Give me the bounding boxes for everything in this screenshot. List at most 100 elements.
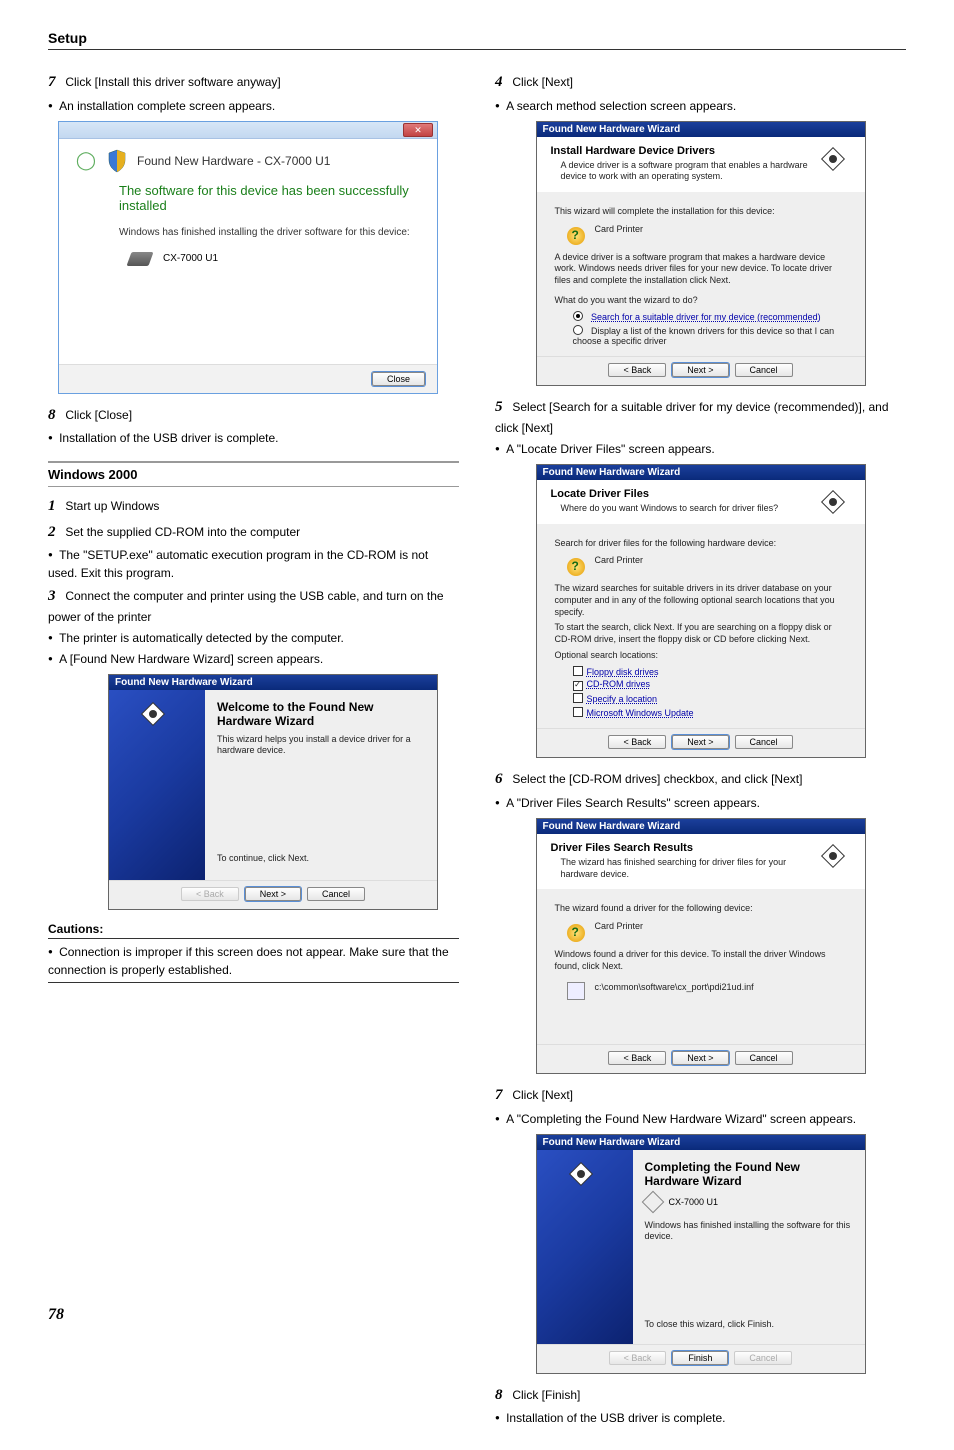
cancel-button: Cancel [734,1351,792,1365]
cancel-button[interactable]: Cancel [735,735,793,749]
checkbox-floppy[interactable]: Floppy disk drives [573,665,847,677]
locate-driver-dialog: Found New Hardware Wizard Locate Driver … [536,464,866,759]
cancel-button[interactable]: Cancel [735,1051,793,1065]
dialog-titlebar: Found New Hardware Wizard [537,465,865,480]
text-line: To start the search, click Next. If you … [555,622,847,645]
text-line: Optional search locations: [555,650,847,662]
checkbox-cdrom[interactable]: CD-ROM drives [573,679,847,690]
close-button[interactable]: Close [372,372,425,386]
driver-path: c:\common\software\cx_port\pdi21ud.inf [595,982,754,992]
success-message: The software for this device has been su… [119,183,415,213]
right-column: 4 Click [Next] A search method selection… [495,68,906,1430]
question-icon [567,558,585,576]
shield-icon [107,149,127,173]
back-arrow-icon: ◯ [75,150,97,171]
checkbox-icon [573,693,583,703]
wizard-icon [567,1160,595,1188]
step-text: Click [Next] [512,1088,573,1102]
dialog-titlebar: Found New Hardware Wizard [537,122,865,137]
back-button: < Back [181,887,239,901]
text-line: The wizard found a driver for the follow… [555,903,847,915]
wizard-icon [819,488,847,516]
device-row: Card Printer [567,224,847,242]
install-drivers-dialog: Found New Hardware Wizard Install Hardwa… [536,121,866,387]
option-label: Floppy disk drives [587,667,659,677]
back-button[interactable]: < Back [608,735,666,749]
device-name: Card Printer [595,555,644,565]
wizard-continue: To continue, click Next. [217,853,425,865]
wizard-sidebar [109,690,205,880]
back-button[interactable]: < Back [608,363,666,377]
radio-icon [573,311,583,321]
w2k-step-1: 1 Start up Windows [48,495,459,518]
dialog-titlebar: Found New Hardware Wizard [109,675,437,690]
bullet: Installation of the USB driver is comple… [48,429,459,447]
close-icon[interactable]: ✕ [403,123,433,137]
step-text: Click [Close] [65,408,132,422]
checkbox-icon [573,707,583,717]
device-icon [126,252,153,266]
step-number: 6 [495,768,509,791]
left-column: 7 Click [Install this driver software an… [48,68,459,1430]
step-6: 6 Select the [CD-ROM drives] checkbox, a… [495,768,906,791]
install-line: Windows has finished installing the driv… [119,227,415,238]
radio-option-display[interactable]: Display a list of the known drivers for … [573,324,847,346]
back-button[interactable]: < Back [608,1051,666,1065]
checkbox-specify[interactable]: Specify a location [573,692,847,704]
step-number: 5 [495,396,509,419]
install-complete-dialog: ✕ ◯ Found New Hardware - CX-7000 U1 The … [58,121,438,394]
step-8-right: 8 Click [Finish] [495,1384,906,1407]
step-text: Set the supplied CD-ROM into the compute… [65,525,300,539]
bullet: Installation of the USB driver is comple… [495,1409,906,1427]
next-button[interactable]: Next > [245,887,301,901]
step-number: 8 [48,404,62,427]
divider [48,982,459,983]
bullet: A search method selection screen appears… [495,97,906,115]
next-button[interactable]: Next > [672,1051,728,1065]
text-line: To close this wizard, click Finish. [645,1319,853,1331]
w2k-step-3: 3 Connect the computer and printer using… [48,585,459,626]
device-name: CX-7000 U1 [669,1197,719,1207]
finish-button[interactable]: Finish [672,1351,728,1365]
device-icon [641,1190,664,1213]
text-line: The wizard searches for suitable drivers… [555,583,847,618]
step-number: 1 [48,495,62,518]
wizard-heading: Completing the Found New Hardware Wizard [645,1160,853,1188]
dialog-titlebar: ✕ [59,121,437,139]
next-button[interactable]: Next > [672,363,728,377]
device-name: Card Printer [595,224,644,234]
step-4: 4 Click [Next] [495,71,906,94]
radio-option-search[interactable]: Search for a suitable driver for my devi… [573,310,847,322]
section-windows2000: Windows 2000 [48,461,459,487]
step-number: 2 [48,521,62,544]
welcome-wizard-dialog: Found New Hardware Wizard Welcome to the… [108,674,438,910]
search-results-dialog: Found New Hardware Wizard Driver Files S… [536,818,866,1074]
cancel-button[interactable]: Cancel [307,887,365,901]
bullet: The "SETUP.exe" automatic execution prog… [48,546,459,582]
checkbox-update[interactable]: Microsoft Windows Update [573,706,847,718]
option-label: CD-ROM drives [587,679,651,689]
text-line: What do you want the wizard to do? [555,295,847,307]
step-text: Click [Finish] [512,1388,580,1402]
device-row: CX-7000 U1 [129,252,415,266]
step-text: Click [Install this driver software anyw… [65,75,280,89]
page-number: 78 [48,1306,64,1324]
path-row: c:\common\software\cx_port\pdi21ud.inf [567,982,847,1000]
wizard-heading: Welcome to the Found New Hardware Wizard [217,700,425,728]
text-line: This wizard will complete the installati… [555,206,847,218]
step-text: Start up Windows [65,499,159,513]
text-line: Windows has finished installing the soft… [645,1220,853,1243]
dialog-heading: Locate Driver Files [551,488,811,500]
dialog-subtext: Where do you want Windows to search for … [551,503,811,515]
wizard-para: This wizard helps you install a device d… [217,734,425,757]
device-name: Card Printer [595,921,644,931]
step-number: 3 [48,585,62,608]
cancel-button[interactable]: Cancel [735,363,793,377]
next-button[interactable]: Next > [672,735,728,749]
text-line: A device driver is a software program th… [555,252,847,287]
w2k-step-2: 2 Set the supplied CD-ROM into the compu… [48,521,459,544]
text-line: Search for driver files for the followin… [555,538,847,550]
question-icon [567,227,585,245]
bullet: An installation complete screen appears. [48,97,459,115]
device-row: Card Printer [567,921,847,939]
